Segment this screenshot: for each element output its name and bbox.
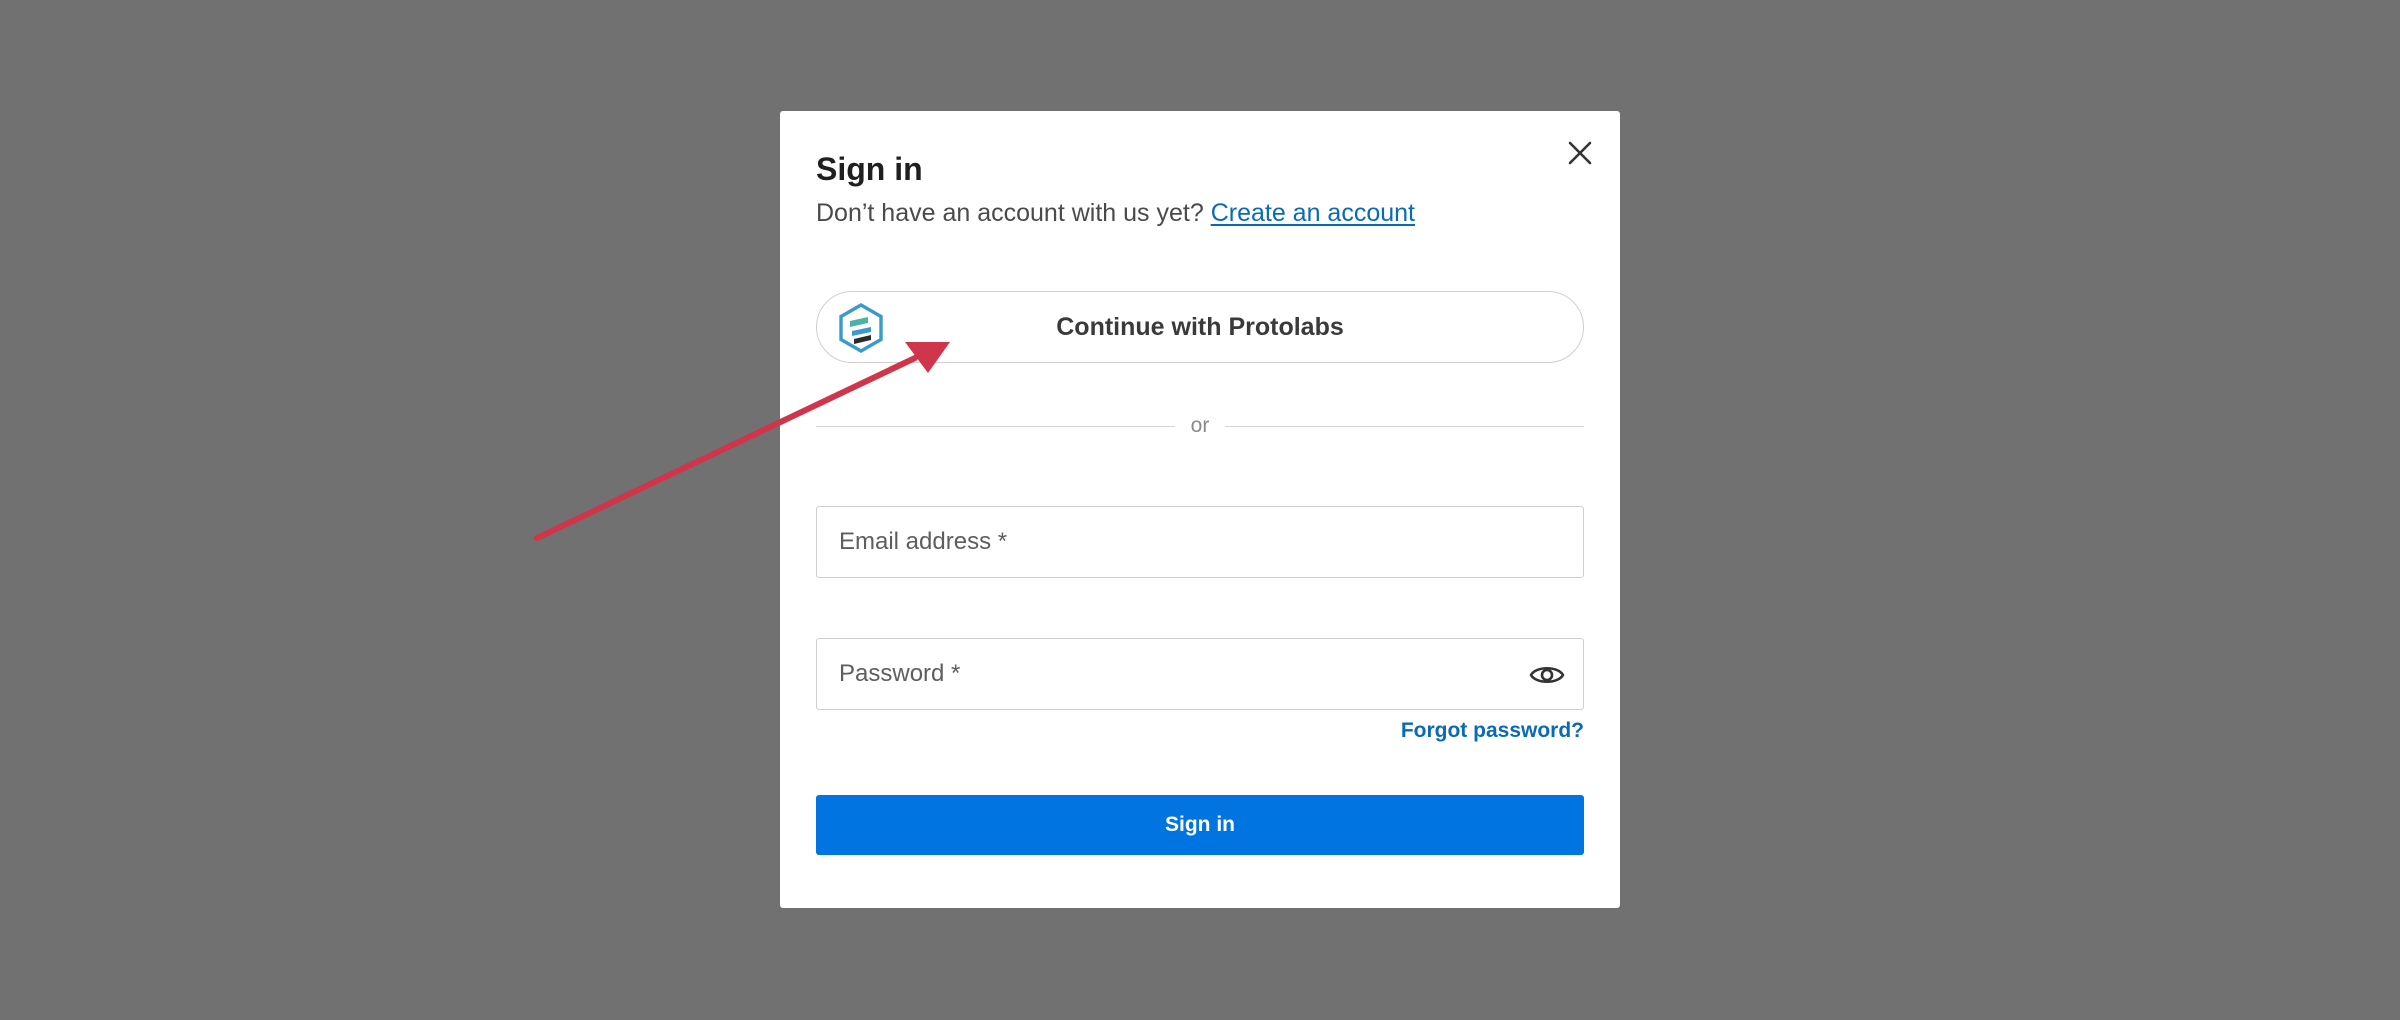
forgot-password-link[interactable]: Forgot password? (1401, 719, 1584, 743)
continue-with-protolabs-button[interactable]: Continue with Protolabs (816, 291, 1584, 363)
protolabs-logo-icon (839, 303, 883, 353)
sign-in-button[interactable]: Sign in (816, 795, 1584, 855)
continue-with-protolabs-label: Continue with Protolabs (1056, 312, 1344, 341)
divider-label: or (1190, 414, 1210, 437)
create-account-link[interactable]: Create an account (1211, 199, 1415, 227)
close-button[interactable] (1552, 125, 1608, 181)
dialog-title: Sign in (816, 151, 923, 187)
or-divider: or (816, 411, 1584, 441)
email-field[interactable] (816, 506, 1584, 578)
eye-icon (1529, 666, 1565, 684)
password-input[interactable] (817, 639, 1583, 709)
sign-in-dialog: Sign in Don’t have an account with us ye… (780, 111, 1620, 908)
close-icon (1568, 141, 1592, 165)
signup-prompt: Don’t have an account with us yet? Creat… (816, 199, 1415, 228)
show-password-toggle[interactable] (1525, 653, 1569, 697)
divider-line-right (1225, 425, 1584, 427)
signup-prompt-text: Don’t have an account with us yet? (816, 199, 1204, 227)
email-input[interactable] (817, 507, 1583, 577)
password-field[interactable] (816, 638, 1584, 710)
divider-line-left (816, 425, 1175, 427)
